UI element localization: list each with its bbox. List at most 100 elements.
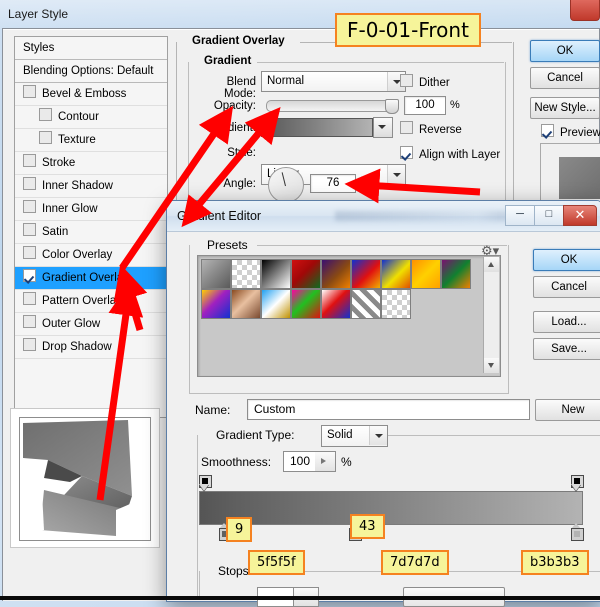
chevron-down-icon[interactable] <box>369 426 387 445</box>
angle-field[interactable]: 76 <box>310 174 356 193</box>
blend-mode-select[interactable]: Normal <box>261 71 406 92</box>
sidebar-item-color-overlay[interactable]: Color Overlay <box>15 244 167 267</box>
color-stop-3[interactable] <box>571 523 584 541</box>
preset-swatch[interactable] <box>321 289 351 319</box>
smoothness-stepper[interactable] <box>315 451 336 472</box>
name-input[interactable]: Custom <box>247 399 530 420</box>
checkbox-11[interactable] <box>23 338 36 351</box>
dither-label: Dither <box>419 77 450 89</box>
preset-swatch[interactable] <box>261 259 291 289</box>
checkbox-6[interactable] <box>23 223 36 236</box>
save-button[interactable]: Save... <box>533 338 600 360</box>
sidebar-item-label: Drop Shadow <box>42 341 112 353</box>
sidebar-item-stroke[interactable]: Stroke <box>15 152 167 175</box>
gradient-editor-close-button[interactable]: ✕ <box>563 205 597 226</box>
sidebar-item-drop-shadow[interactable]: Drop Shadow <box>15 336 167 359</box>
sidebar-item-blending-options[interactable]: Blending Options: Default <box>15 60 167 83</box>
preset-swatch[interactable] <box>381 259 411 289</box>
presets-scrollbar[interactable] <box>483 257 499 373</box>
layer-preview-panel <box>10 408 160 548</box>
checkbox-4[interactable] <box>23 177 36 190</box>
preview-swatch-fill <box>559 157 600 199</box>
gradient-ramp[interactable] <box>199 491 583 525</box>
checkbox-2[interactable] <box>39 131 52 144</box>
preset-swatch[interactable] <box>381 289 411 319</box>
gradient-editor-titlebar[interactable]: Gradient Editor ─ □ ✕ <box>167 201 600 232</box>
layer-preview-thumbnail <box>19 417 151 541</box>
preset-swatch[interactable] <box>321 259 351 289</box>
sidebar-item-satin[interactable]: Satin <box>15 221 167 244</box>
smoothness-input[interactable]: 100 <box>283 451 317 472</box>
load-button[interactable]: Load... <box>533 311 600 333</box>
sidebar-item-outer-glow[interactable]: Outer Glow <box>15 313 167 336</box>
opacity-field[interactable]: 100 <box>404 96 446 115</box>
dither-checkbox[interactable] <box>400 74 413 87</box>
preset-swatch[interactable] <box>351 259 381 289</box>
smoothness-unit: % <box>341 455 352 469</box>
checkbox-8[interactable] <box>23 269 36 282</box>
checkbox-1[interactable] <box>39 108 52 121</box>
opacity-slider-thumb[interactable] <box>385 99 399 114</box>
align-with-layer-row[interactable]: Align with Layer <box>400 146 500 161</box>
preset-swatch[interactable] <box>201 289 231 319</box>
sidebar-item-pattern-overlay[interactable]: Pattern Overlay <box>15 290 167 313</box>
checkbox-7[interactable] <box>23 246 36 259</box>
gradient-picker-chevron-icon[interactable] <box>373 117 393 138</box>
reverse-checkbox[interactable] <box>400 121 413 134</box>
layer-style-cancel-button[interactable]: Cancel <box>530 67 600 89</box>
styles-list[interactable]: Styles Blending Options: Default Bevel &… <box>14 36 168 418</box>
sidebar-item-label: Pattern Overlay <box>42 295 122 307</box>
sidebar-item-gradient-overlay[interactable]: Gradient Overlay <box>15 267 167 290</box>
layer-style-ok-button[interactable]: OK <box>530 40 600 62</box>
sidebar-item-label: Inner Glow <box>42 203 98 215</box>
maximize-button[interactable]: □ <box>534 205 564 226</box>
opacity-stop-left[interactable] <box>199 475 212 491</box>
preset-swatch[interactable] <box>201 259 231 289</box>
gradient-editor-ok-button[interactable]: OK <box>533 249 600 271</box>
scroll-up-button[interactable] <box>484 257 499 272</box>
style-label: Style: <box>227 147 256 159</box>
styles-list-header: Styles <box>15 37 167 60</box>
checkbox-0[interactable] <box>23 85 36 98</box>
preview-checkbox[interactable] <box>541 124 554 137</box>
preset-swatch[interactable] <box>231 289 261 319</box>
gradient-type-select[interactable]: Solid <box>321 425 388 447</box>
checkbox-5[interactable] <box>23 200 36 213</box>
opacity-stop-right[interactable] <box>571 475 584 491</box>
sidebar-item-contour[interactable]: Contour <box>15 106 167 129</box>
angle-unit: ° <box>360 176 364 187</box>
window-close-button[interactable] <box>570 0 600 21</box>
sidebar-item-texture[interactable]: Texture <box>15 129 167 152</box>
dither-checkbox-row[interactable]: Dither <box>400 74 450 89</box>
preset-swatch[interactable] <box>411 259 441 289</box>
sidebar-item-label: Stroke <box>42 157 76 169</box>
scroll-down-button[interactable] <box>484 358 499 373</box>
checkbox-9[interactable] <box>23 292 36 305</box>
preset-swatch[interactable] <box>441 259 471 289</box>
preset-swatch[interactable] <box>291 289 321 319</box>
chevron-down-icon[interactable] <box>387 165 405 184</box>
sidebar-item-bevel-emboss[interactable]: Bevel & Emboss <box>15 83 167 106</box>
minimize-button[interactable]: ─ <box>505 205 535 226</box>
preset-swatch[interactable] <box>291 259 321 289</box>
presets-swatch-list[interactable] <box>197 255 501 377</box>
sidebar-item-label: Satin <box>42 226 69 238</box>
sidebar-item-inner-shadow[interactable]: Inner Shadow <box>15 175 167 198</box>
angle-dial[interactable] <box>268 167 304 203</box>
preview-checkbox-row[interactable]: Preview <box>541 124 600 139</box>
new-style-button[interactable]: New Style... <box>530 97 600 119</box>
checkbox-10[interactable] <box>23 315 36 328</box>
preset-swatch[interactable] <box>231 259 261 289</box>
preset-swatch[interactable] <box>261 289 291 319</box>
align-with-layer-checkbox[interactable] <box>400 146 413 159</box>
preset-swatch[interactable] <box>351 289 381 319</box>
opacity-slider[interactable] <box>266 99 399 114</box>
gradient-editor-cancel-button[interactable]: Cancel <box>533 276 600 298</box>
gradient-preview-swatch[interactable] <box>261 118 373 137</box>
new-button[interactable]: New <box>535 399 600 421</box>
sidebar-item-inner-glow[interactable]: Inner Glow <box>15 198 167 221</box>
gradient-subgroup-title: Gradient <box>198 55 258 67</box>
sidebar-item-label: Bevel & Emboss <box>42 88 127 100</box>
checkbox-3[interactable] <box>23 154 36 167</box>
reverse-checkbox-row[interactable]: Reverse <box>400 121 462 136</box>
